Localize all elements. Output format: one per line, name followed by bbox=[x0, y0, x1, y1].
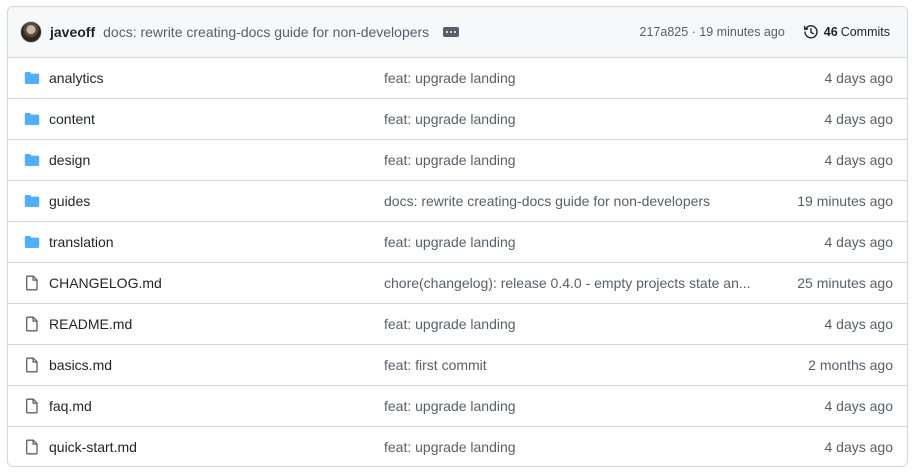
commit-date: 2 months ago bbox=[808, 357, 893, 373]
file-icon bbox=[24, 316, 40, 332]
file-name-link[interactable]: quick-start.md bbox=[49, 439, 137, 455]
file-name-link[interactable]: content bbox=[49, 111, 95, 127]
file-name-link[interactable]: guides bbox=[49, 193, 90, 209]
commit-date: 19 minutes ago bbox=[797, 193, 893, 209]
history-icon bbox=[803, 25, 818, 39]
file-row[interactable]: guides docs: rewrite creating-docs guide … bbox=[8, 181, 907, 222]
file-row[interactable]: analytics feat: upgrade landing 4 days ago bbox=[8, 58, 907, 99]
file-icon bbox=[24, 398, 40, 414]
commit-message-link[interactable]: feat: upgrade landing bbox=[384, 234, 516, 250]
file-icon bbox=[24, 357, 40, 373]
commit-date: 4 days ago bbox=[824, 111, 894, 127]
commit-count: 46 bbox=[823, 25, 838, 39]
commit-message-link[interactable]: chore(changelog): release 0.4.0 - empty … bbox=[384, 275, 751, 291]
commit-message-link[interactable]: feat: upgrade landing bbox=[384, 398, 516, 414]
ellipsis-icon[interactable] bbox=[443, 27, 460, 37]
folder-icon bbox=[24, 193, 40, 209]
file-icon bbox=[24, 275, 40, 291]
commit-date: 25 minutes ago bbox=[797, 275, 893, 291]
file-name-link[interactable]: analytics bbox=[49, 70, 103, 86]
avatar[interactable] bbox=[20, 21, 42, 43]
file-row[interactable]: design feat: upgrade landing 4 days ago bbox=[8, 140, 907, 181]
file-row[interactable]: translation feat: upgrade landing 4 days a… bbox=[8, 222, 907, 263]
commit-message-link[interactable]: docs: rewrite creating-docs guide for no… bbox=[384, 193, 710, 209]
commit-message-link[interactable]: feat: upgrade landing bbox=[384, 316, 516, 332]
commit-message-link[interactable]: feat: upgrade landing bbox=[384, 111, 516, 127]
commit-date: 4 days ago bbox=[824, 152, 894, 168]
file-row[interactable]: README.md feat: upgrade landing 4 days ago bbox=[8, 304, 907, 345]
folder-icon bbox=[24, 70, 40, 86]
file-name-link[interactable]: translation bbox=[49, 234, 114, 250]
file-row[interactable]: quick-start.md feat: upgrade landing 4 day… bbox=[8, 427, 907, 466]
file-row[interactable]: content feat: upgrade landing 4 days ago bbox=[8, 99, 907, 140]
commits-link[interactable]: 46 Commits bbox=[803, 24, 890, 40]
file-row[interactable]: faq.md feat: upgrade landing 4 days ago bbox=[8, 386, 907, 427]
commit-message-link[interactable]: feat: first commit bbox=[384, 357, 487, 373]
commit-message-link[interactable]: feat: upgrade landing bbox=[384, 70, 516, 86]
commits-label: Commits bbox=[840, 25, 890, 39]
commit-author[interactable]: javeoff bbox=[50, 24, 95, 40]
commit-message-link[interactable]: feat: upgrade landing bbox=[384, 152, 516, 168]
file-name-link[interactable]: README.md bbox=[49, 316, 132, 332]
commit-date: 4 days ago bbox=[824, 70, 894, 86]
file-row[interactable]: CHANGELOG.md chore(changelog): release 0.… bbox=[8, 263, 907, 304]
commit-date: 4 days ago bbox=[824, 439, 894, 455]
file-icon bbox=[24, 439, 40, 455]
folder-icon bbox=[24, 111, 40, 127]
file-name-link[interactable]: basics.md bbox=[49, 357, 112, 373]
file-name-link[interactable]: CHANGELOG.md bbox=[49, 275, 162, 291]
commit-date: 4 days ago bbox=[824, 234, 894, 250]
file-name-link[interactable]: faq.md bbox=[49, 398, 92, 414]
commit-message-link[interactable]: feat: upgrade landing bbox=[384, 439, 516, 455]
commit-sha-time[interactable]: 217a825 · 19 minutes ago bbox=[640, 25, 785, 39]
file-name-link[interactable]: design bbox=[49, 152, 90, 168]
file-list: analytics feat: upgrade landing 4 days ago… bbox=[8, 58, 907, 466]
commit-date: 4 days ago bbox=[824, 398, 894, 414]
file-row[interactable]: basics.md feat: first commit 2 months ago bbox=[8, 345, 907, 386]
folder-icon bbox=[24, 152, 40, 168]
latest-commit-bar: javeoff docs: rewrite creating-docs guid… bbox=[8, 7, 907, 58]
commit-message[interactable]: docs: rewrite creating-docs guide for no… bbox=[103, 24, 429, 40]
commit-date: 4 days ago bbox=[824, 316, 894, 332]
file-browser: javeoff docs: rewrite creating-docs guid… bbox=[7, 6, 908, 467]
folder-icon bbox=[24, 234, 40, 250]
